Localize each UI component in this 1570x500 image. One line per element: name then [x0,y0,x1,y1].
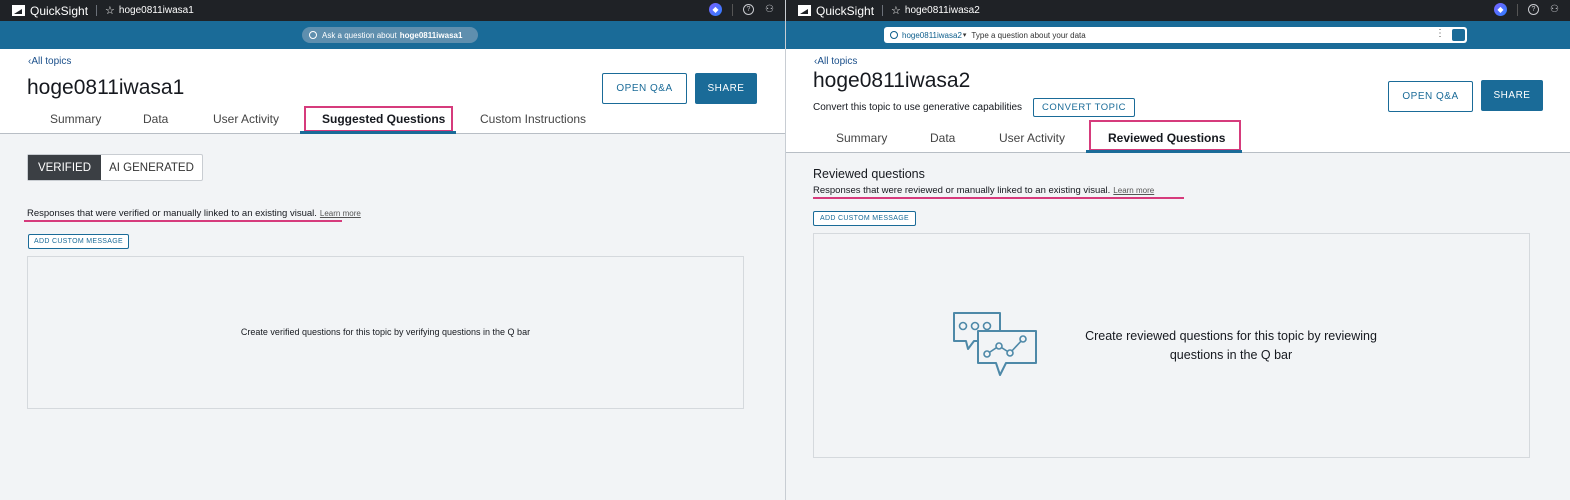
help-icon[interactable]: ? [1528,4,1539,15]
all-topics-label: All topics [31,56,72,67]
empty-state-line-1: Create reviewed questions for this topic… [1085,329,1377,343]
tab-reviewed-questions[interactable]: Reviewed Questions [1108,131,1225,145]
empty-state-message: Create reviewed questions for this topic… [1066,327,1396,365]
topic-selector[interactable]: hoge0811iwasa2 [902,31,962,40]
open-qa-button[interactable]: OPEN Q&A [1388,81,1473,112]
question-type-toggle: VERIFIED AI GENERATED [27,154,203,181]
topic-name: hoge0811iwasa1 [118,5,194,16]
user-icon[interactable]: ⚇ [1549,4,1560,15]
tab-summary[interactable]: Summary [836,131,887,145]
tab-custom-instructions[interactable]: Custom Instructions [480,112,586,126]
topic-header: ‹All topics hoge0811iwasa2 Convert this … [786,49,1570,153]
convert-topic-button[interactable]: CONVERT TOPIC [1033,98,1135,117]
tab-data[interactable]: Data [930,131,955,145]
verified-toggle[interactable]: VERIFIED [28,155,101,180]
add-custom-message-button[interactable]: ADD CUSTOM MESSAGE [28,234,129,249]
top-right-icons: ◆ ? ⚇ [1494,3,1560,16]
top-navbar: QuickSight ☆ hoge0811iwasa2 ◆ ? ⚇ [786,0,1570,21]
q-search-bar[interactable]: hoge0811iwasa2 ▾ Type a question about y… [884,27,1467,43]
divider [1517,3,1518,16]
highlight-underline [813,197,1184,199]
quicksight-logo[interactable]: QuickSight [798,4,874,18]
right-window: QuickSight ☆ hoge0811iwasa2 ◆ ? ⚇ hoge08… [786,0,1570,500]
q-assistant-icon[interactable]: ◆ [1494,3,1507,16]
help-icon[interactable]: ? [743,4,754,15]
top-navbar: QuickSight ☆ hoge0811iwasa1 ◆ ? ⚇ [0,0,785,21]
active-tab-indicator [1086,150,1242,153]
more-options-icon[interactable]: ⋮ [1435,28,1445,39]
all-topics-link[interactable]: ‹All topics [814,56,857,67]
tab-summary[interactable]: Summary [50,112,101,126]
ask-topic: hoge0811iwasa1 [399,30,463,40]
divider [732,3,733,16]
search-input[interactable]: Type a question about your data [971,31,1085,40]
section-heading: Reviewed questions [813,167,925,181]
user-icon[interactable]: ⚇ [764,4,775,15]
tab-data[interactable]: Data [143,112,168,126]
ai-generated-toggle[interactable]: AI GENERATED [101,155,202,180]
left-window: QuickSight ☆ hoge0811iwasa1 ◆ ? ⚇ Ask a … [0,0,785,500]
search-icon [890,31,898,39]
quicksight-logo[interactable]: QuickSight [12,4,88,18]
highlight-underline [24,220,342,222]
empty-state-message: Create verified questions for this topic… [240,327,531,337]
description: Responses that were reviewed or manually… [813,185,1154,196]
learn-more-link[interactable]: Learn more [1113,186,1154,195]
all-topics-label: All topics [817,56,858,67]
quicksight-logo-icon [12,5,25,16]
page-title: hoge0811iwasa2 [813,69,971,92]
chat-bubbles-icon [953,312,1037,376]
quicksight-logo-icon [798,5,811,16]
description-text: Responses that were reviewed or manually… [813,185,1111,196]
ask-prefix: Ask a question about [322,30,397,40]
chevron-down-icon[interactable]: ▾ [963,31,967,39]
add-custom-message-button[interactable]: ADD CUSTOM MESSAGE [813,211,916,226]
all-topics-link[interactable]: ‹All topics [28,56,71,67]
tab-user-activity[interactable]: User Activity [213,112,279,126]
question-bar: hoge0811iwasa2 ▾ Type a question about y… [786,21,1570,49]
tab-user-activity[interactable]: User Activity [999,131,1065,145]
topic-name: hoge0811iwasa2 [904,5,980,16]
learn-more-link[interactable]: Learn more [320,209,361,218]
new-chat-icon[interactable] [1452,29,1465,41]
description-text: Responses that were verified or manually… [27,208,317,219]
divider [96,5,98,16]
q-assistant-icon[interactable]: ◆ [709,3,722,16]
convert-topic-text: Convert this topic to use generative cap… [813,102,1023,113]
share-button[interactable]: SHARE [695,73,757,104]
divider [882,5,884,16]
question-bar: Ask a question about hoge0811iwasa1 [0,21,785,49]
star-icon[interactable]: ☆ [891,4,901,17]
star-icon[interactable]: ☆ [105,4,115,17]
share-button[interactable]: SHARE [1481,80,1543,111]
app-name: QuickSight [816,3,875,18]
page-title: hoge0811iwasa1 [27,76,185,99]
app-name: QuickSight [30,3,89,18]
description: Responses that were verified or manually… [27,208,361,219]
tab-suggested-questions[interactable]: Suggested Questions [322,112,445,126]
ask-question-pill[interactable]: Ask a question about hoge0811iwasa1 [302,27,478,43]
topic-header: ‹All topics hoge0811iwasa1 OPEN Q&A SHAR… [0,49,785,134]
search-icon [309,31,317,39]
open-qa-button[interactable]: OPEN Q&A [602,73,687,104]
empty-state-line-2: questions in the Q bar [1169,348,1293,362]
active-tab-indicator [300,131,456,134]
top-right-icons: ◆ ? ⚇ [709,3,775,16]
